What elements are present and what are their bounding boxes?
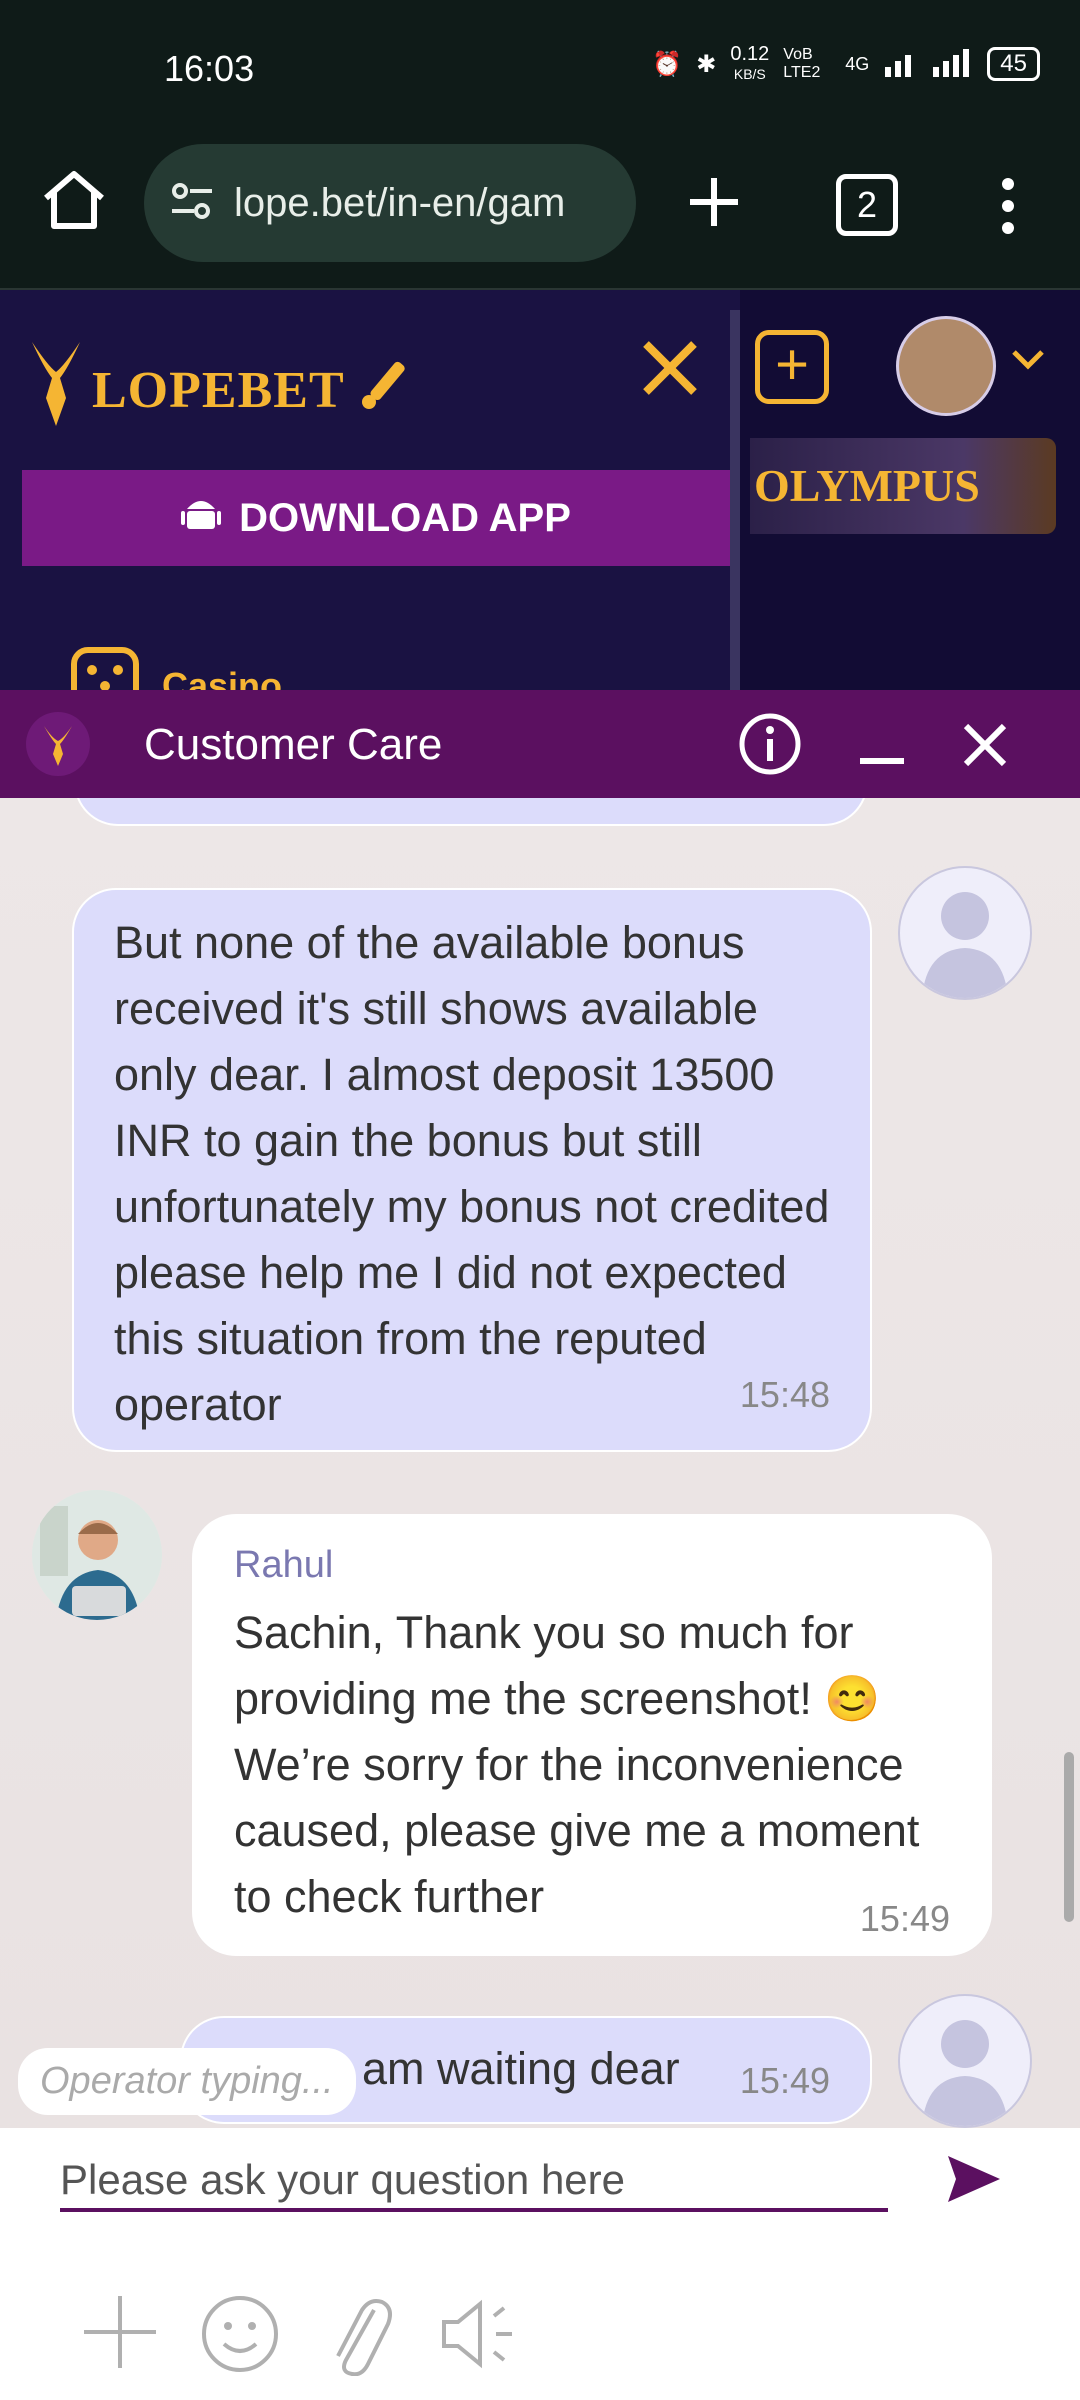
- status-icons: ⏰ ✱ 0.12 KB/S VoB LTE2 4G 45: [652, 44, 1040, 84]
- volte-label: VoB LTE2: [783, 46, 821, 81]
- bluetooth-icon: ✱: [696, 50, 717, 78]
- user-avatar-icon: [898, 866, 1032, 1000]
- side-menu: LOPEBET DOWNLOAD APP Casino: [0, 290, 740, 715]
- chat-title: Customer Care: [144, 720, 443, 769]
- sound-icon[interactable]: [440, 2296, 520, 2377]
- game-banner[interactable]: OLYMPUS: [750, 438, 1056, 534]
- net-speed: 0.12 KB/S: [730, 43, 770, 82]
- url-text[interactable]: lope.bet/in-en/gam: [234, 181, 634, 226]
- deposit-plus-button[interactable]: +: [755, 330, 829, 404]
- user-avatar-icon: [898, 1994, 1032, 2128]
- alarm-icon: ⏰: [652, 50, 683, 78]
- cricket-icon: [357, 356, 413, 425]
- user-avatar[interactable]: [896, 316, 996, 416]
- previous-message-bubble: [74, 798, 868, 826]
- chat-logo: [26, 712, 90, 776]
- user-message: But none of the available bonus received…: [72, 888, 872, 1452]
- home-icon[interactable]: [38, 164, 110, 250]
- status-time: 16:03: [164, 48, 255, 89]
- chat-header: Customer Care: [0, 690, 1080, 798]
- close-menu-icon[interactable]: [640, 338, 700, 403]
- message-time: 15:49: [739, 2060, 830, 2101]
- message-text: Sachin, Thank you so much for providing …: [234, 1607, 920, 1922]
- download-app-button[interactable]: DOWNLOAD APP: [22, 470, 730, 566]
- antelope-logo-icon: [24, 338, 88, 443]
- site-logo[interactable]: LOPEBET: [24, 338, 413, 443]
- browser-toolbar: lope.bet/in-en/gam 2: [0, 140, 1080, 290]
- send-icon[interactable]: [946, 2154, 1002, 2209]
- chat-messages[interactable]: But none of the available bonus received…: [0, 798, 1080, 2128]
- chat-input-bar: Please ask your question here: [0, 2128, 1080, 2400]
- signal-icon: [883, 45, 973, 84]
- chat-scrollbar[interactable]: [1064, 1752, 1074, 1922]
- message-input[interactable]: Please ask your question here: [60, 2156, 625, 2204]
- android-icon: [181, 491, 222, 545]
- close-chat-icon[interactable]: [962, 722, 1008, 773]
- operator-name: Rahul: [234, 1544, 334, 1586]
- input-underline: [60, 2208, 888, 2212]
- address-bar[interactable]: lope.bet/in-en/gam: [144, 144, 636, 262]
- message-text: am waiting dear: [362, 2043, 680, 2094]
- add-icon[interactable]: [80, 2292, 160, 2377]
- tab-count: 2: [856, 184, 878, 225]
- download-label: DOWNLOAD APP: [239, 495, 571, 540]
- more-vertical-icon[interactable]: [996, 176, 1020, 241]
- tab-switcher-button[interactable]: 2: [836, 174, 898, 236]
- emoji-icon[interactable]: [200, 2294, 280, 2379]
- message-time: 15:48: [739, 1374, 830, 1415]
- message-time: 15:49: [859, 1898, 950, 1939]
- site-settings-icon[interactable]: [168, 177, 216, 230]
- plus-icon[interactable]: [686, 174, 742, 235]
- info-icon[interactable]: [738, 712, 802, 781]
- message-text: But none of the available bonus received…: [114, 917, 830, 1430]
- menu-divider: [730, 310, 740, 690]
- chevron-down-icon[interactable]: [1010, 346, 1046, 379]
- typing-indicator: Operator typing...: [18, 2048, 356, 2115]
- minimize-icon[interactable]: [860, 758, 904, 764]
- battery-indicator: 45: [987, 47, 1040, 81]
- operator-avatar: [32, 1490, 162, 1620]
- attachment-icon[interactable]: [324, 2290, 394, 2381]
- status-bar: 16:03 ⏰ ✱ 0.12 KB/S VoB LTE2 4G 45: [0, 0, 1080, 140]
- network-label: 4G: [845, 53, 870, 74]
- operator-message: Rahul Sachin, Thank you so much for prov…: [192, 1514, 992, 1956]
- logo-text: LOPEBET: [92, 362, 345, 419]
